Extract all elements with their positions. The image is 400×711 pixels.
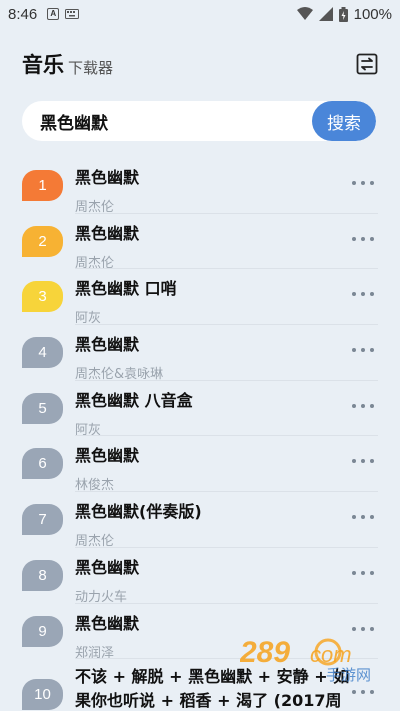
song-row[interactable]: 5 黑色幽默 八音盒 阿灰 [0, 381, 400, 438]
more-dot [370, 181, 374, 185]
song-row[interactable]: 8 黑色幽默 动力火车 [0, 548, 400, 605]
more-options-icon[interactable] [352, 510, 374, 524]
song-row[interactable]: 10 不该 + 解脱 + 黑色幽默 + 安静 + 如果你也听说 + 稻香 + 渴了… [0, 659, 400, 711]
battery-icon [338, 6, 348, 22]
rank-badge: 1 [22, 170, 63, 201]
battery-level: 100% [353, 5, 392, 23]
search-input[interactable] [22, 101, 312, 141]
more-dot [361, 181, 365, 185]
more-dot [352, 181, 356, 185]
rank-badge: 5 [22, 392, 63, 424]
song-title: 黑色幽默 [75, 446, 140, 466]
more-dot [361, 348, 365, 353]
status-bar: 8:46 A 100% [0, 0, 400, 28]
more-dot [361, 292, 365, 297]
song-row[interactable]: 3 黑色幽默 口哨 阿灰 [0, 269, 400, 326]
notification-icons: A [47, 8, 80, 20]
rank-badge: 2 [22, 225, 63, 257]
song-title: 黑色幽默 口哨 [75, 279, 177, 299]
more-dot [352, 459, 356, 464]
more-dot [370, 626, 374, 631]
song-info: 不该 + 解脱 + 黑色幽默 + 安静 + 如果你也听说 + 稻香 + 渴了 (… [75, 665, 350, 711]
rank-badge: 6 [22, 448, 63, 480]
rank-badge: 7 [22, 504, 63, 536]
song-info: 黑色幽默 周杰伦&袁咏琳 [75, 331, 350, 382]
app-header: 音乐 下载器 [0, 46, 400, 82]
song-title: 黑色幽默(伴奏版) [75, 502, 202, 522]
song-row[interactable]: 7 黑色幽默(伴奏版) 周杰伦 [0, 492, 400, 549]
more-dot [361, 403, 365, 408]
more-dot [352, 236, 356, 241]
rank-badge: 3 [22, 281, 63, 313]
switch-icon[interactable] [356, 53, 378, 75]
more-dot [352, 515, 356, 520]
more-dot [370, 459, 374, 464]
more-dot [361, 626, 365, 631]
song-row[interactable]: 9 黑色幽默 郑润泽 [0, 604, 400, 661]
more-options-icon[interactable] [352, 622, 374, 636]
more-options-icon[interactable] [352, 232, 374, 246]
song-info: 黑色幽默 林俊杰 [75, 442, 350, 493]
notification-a-icon: A [47, 8, 60, 20]
song-title: 黑色幽默 [75, 335, 140, 355]
song-list: 1 黑色幽默 周杰伦 2 黑色幽默 周杰伦 3 黑色幽默 口哨 阿灰 4 黑色幽默 周杰伦&袁咏琳 5 黑… [0, 158, 400, 711]
more-dot [361, 570, 365, 575]
more-options-icon[interactable] [352, 176, 374, 190]
song-title: 黑色幽默 [75, 613, 140, 633]
more-dot [361, 690, 365, 695]
search-button[interactable]: 搜索 [312, 101, 376, 141]
rank-badge: 8 [22, 559, 63, 591]
song-info: 黑色幽默 周杰伦 [75, 164, 350, 215]
song-info: 黑色幽默(伴奏版) 周杰伦 [75, 498, 350, 549]
search-bar: 搜索 [22, 101, 376, 141]
more-options-icon[interactable] [352, 343, 374, 357]
song-title: 黑色幽默 [75, 223, 140, 243]
rank-badge: 4 [22, 337, 63, 369]
more-options-icon[interactable] [352, 685, 374, 699]
rank-badge: 10 [22, 679, 63, 711]
more-dot [352, 570, 356, 575]
more-dot [370, 236, 374, 241]
song-info: 黑色幽默 郑润泽 [75, 610, 350, 661]
more-dot [370, 515, 374, 520]
song-row[interactable]: 1 黑色幽默 周杰伦 [0, 158, 400, 215]
app-subtitle: 下载器 [68, 58, 114, 77]
keyboard-icon [65, 9, 80, 19]
song-info: 黑色幽默 动力火车 [75, 554, 350, 605]
more-dot [370, 403, 374, 408]
song-info: 黑色幽默 八音盒 阿灰 [75, 387, 350, 438]
song-info: 黑色幽默 口哨 阿灰 [75, 275, 350, 326]
more-dot [352, 292, 356, 297]
rank-badge: 9 [22, 615, 63, 647]
song-title: 不该 + 解脱 + 黑色幽默 + 安静 + 如果你也听说 + 稻香 + 渴了 (… [75, 667, 350, 711]
status-right: 100% [296, 5, 392, 23]
more-options-icon[interactable] [352, 287, 374, 301]
wifi-icon [296, 7, 313, 20]
more-options-icon[interactable] [352, 454, 374, 468]
more-dot [370, 690, 374, 695]
more-dot [370, 348, 374, 353]
more-dot [370, 292, 374, 297]
song-title: 黑色幽默 [75, 168, 140, 187]
more-dot [361, 459, 365, 464]
song-row[interactable]: 4 黑色幽默 周杰伦&袁咏琳 [0, 325, 400, 382]
song-row[interactable]: 2 黑色幽默 周杰伦 [0, 214, 400, 271]
status-time: 8:46 [8, 5, 38, 23]
more-dot [352, 626, 356, 631]
more-dot [370, 570, 374, 575]
more-options-icon[interactable] [352, 566, 374, 580]
more-options-icon[interactable] [352, 399, 374, 413]
app-title: 音乐 [22, 53, 64, 77]
song-title: 黑色幽默 [75, 557, 140, 577]
song-row[interactable]: 6 黑色幽默 林俊杰 [0, 436, 400, 493]
song-info: 黑色幽默 周杰伦 [75, 220, 350, 271]
more-dot [361, 236, 365, 241]
more-dot [352, 403, 356, 408]
more-dot [361, 515, 365, 520]
song-title: 黑色幽默 八音盒 [75, 390, 193, 410]
signal-icon [318, 7, 333, 21]
more-dot [352, 690, 356, 695]
more-dot [352, 348, 356, 353]
